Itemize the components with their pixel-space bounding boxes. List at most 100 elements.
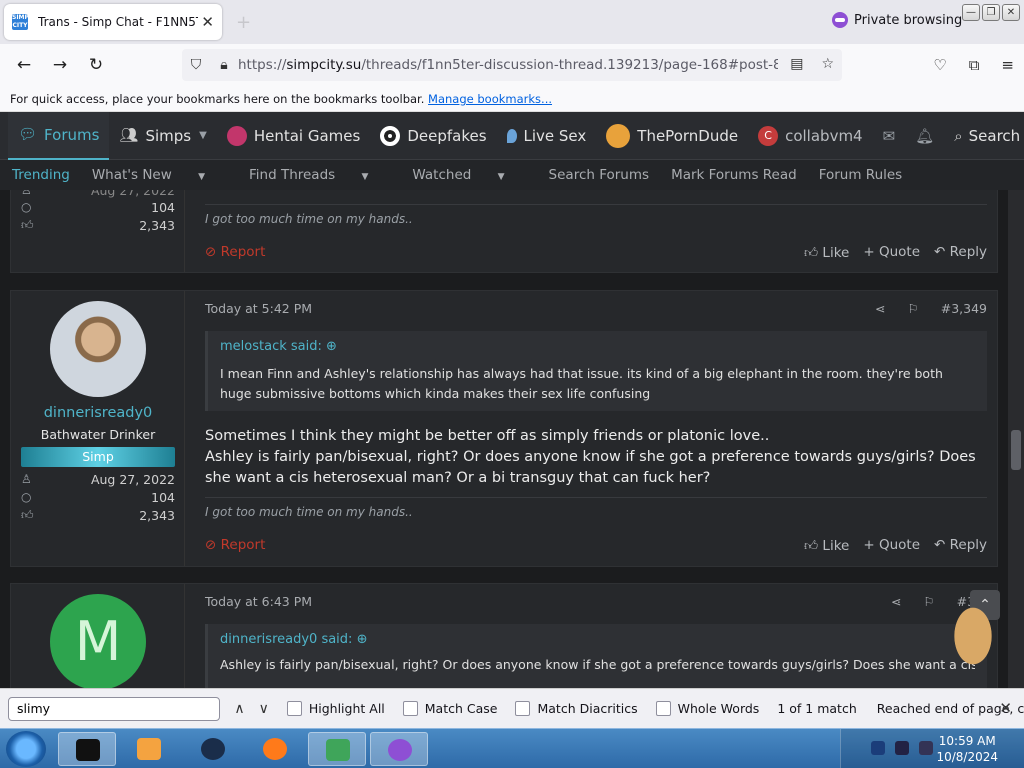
quote-block: dinnerisready0 said: ⊕ Ashley is fairly …	[205, 624, 987, 688]
private-mask-icon	[832, 12, 848, 28]
calendar-icon: ♙	[21, 190, 32, 197]
subnav-trending[interactable]: Trending	[12, 167, 70, 183]
highlight-all-checkbox[interactable]: Highlight All	[286, 701, 385, 716]
taskbar-app-globe[interactable]	[184, 732, 242, 766]
nav-live-sex[interactable]: Live Sex	[497, 112, 597, 160]
tray-shield-icon[interactable]	[871, 741, 885, 755]
match-case-checkbox[interactable]: Match Case	[402, 701, 497, 716]
post-number[interactable]: #3,349	[941, 301, 987, 316]
scrollbar-thumb[interactable]	[1011, 430, 1021, 470]
reader-view-icon[interactable]: ▤	[790, 56, 803, 72]
start-button[interactable]	[6, 731, 46, 767]
post-time[interactable]: Today at 6:43 PM	[205, 594, 312, 609]
theporndude-logo	[606, 123, 631, 148]
post-user-info: M	[11, 584, 185, 688]
like-button[interactable]: 👍︎ Like	[804, 537, 849, 554]
whole-words-checkbox[interactable]: Whole Words	[655, 701, 759, 716]
avatar[interactable]	[50, 301, 146, 397]
extensions-icon[interactable]: ⧉	[969, 56, 980, 74]
taskbar-firefox-private[interactable]	[370, 732, 428, 766]
search-button[interactable]: ⌕ Search	[944, 112, 1024, 160]
url-text[interactable]: https://simpcity.su/threads/f1nn5ter-dis…	[238, 57, 778, 73]
find-input[interactable]	[8, 696, 221, 721]
tray-network-icon[interactable]	[895, 741, 909, 755]
window-controls: — ❐ ✕	[962, 4, 1020, 21]
taskbar: 10:59 AM 10/8/2024	[0, 728, 1024, 768]
nav-hentai-games[interactable]: Hentai Games	[217, 112, 371, 160]
taskbar-firefox[interactable]	[246, 732, 304, 766]
site-nav: 💬︎ Forums 👥︎ Simps ▼ Hentai Games Deepfak…	[0, 111, 1024, 160]
clock[interactable]: 10:59 AM 10/8/2024	[936, 733, 998, 765]
bookmark-icon[interactable]: ⚐	[923, 594, 934, 609]
minimize-icon[interactable]: —	[962, 4, 980, 21]
subnav-watched[interactable]: Watched ▼	[412, 167, 526, 183]
subnav-whats-new[interactable]: What's New ▼	[92, 167, 227, 183]
nav-deepfakes[interactable]: Deepfakes	[370, 112, 496, 160]
match-diacritics-checkbox[interactable]: Match Diacritics	[515, 701, 638, 716]
quote-author[interactable]: dinnerisready0 said: ⊕	[220, 632, 975, 647]
nav-forums[interactable]: 💬︎ Forums	[8, 111, 110, 160]
thumbs-up-icon: 👍︎	[21, 218, 34, 232]
quote-button[interactable]: + Quote	[863, 537, 920, 554]
menu-icon[interactable]: ≡	[1001, 56, 1014, 74]
quote-author[interactable]: melostack said: ⊕	[220, 339, 975, 354]
url-bar[interactable]: ⛉ 🔒︎ https://simpcity.su/threads/f1nn5te…	[182, 49, 842, 81]
search-icon: ⌕	[954, 126, 963, 145]
report-button[interactable]: ⊘ Report	[205, 537, 265, 554]
page-scrollbar[interactable]	[1008, 190, 1024, 688]
site-favicon: SIMP CITY	[12, 14, 29, 30]
inbox-icon[interactable]: ✉	[873, 112, 906, 160]
tray-volume-icon[interactable]	[919, 741, 933, 755]
avatar[interactable]: M	[50, 594, 146, 688]
reply-button[interactable]: ↶ Reply	[934, 244, 987, 261]
bookmark-star-icon[interactable]: ☆	[821, 56, 834, 72]
find-match-count: 1 of 1 match	[777, 701, 857, 716]
shield-icon[interactable]: ⛉	[182, 57, 210, 73]
taskbar-app[interactable]	[308, 732, 366, 766]
sub-nav: Trending What's New ▼ Find Threads ▼ Wat…	[0, 160, 1024, 190]
user-title: Bathwater Drinker	[40, 427, 156, 442]
share-icon[interactable]: ⋖	[875, 301, 885, 316]
like-button[interactable]: 👍︎ Like	[804, 244, 849, 261]
pocket-icon[interactable]: ♡	[933, 56, 946, 74]
post-body: Sometimes I think they might be better o…	[205, 428, 976, 486]
bookmark-icon[interactable]: ⚐	[908, 301, 919, 316]
chevron-down-icon[interactable]: ▼	[199, 130, 207, 141]
stat-joined: ♙ Aug 27, 2022	[21, 190, 175, 198]
report-button[interactable]: ⊘ Report	[205, 244, 265, 261]
quote-button[interactable]: + Quote	[863, 244, 920, 261]
forward-icon[interactable]: →	[42, 55, 78, 75]
find-previous-icon[interactable]: ∧	[234, 701, 244, 717]
find-next-icon[interactable]: ∨	[259, 701, 269, 717]
reply-button[interactable]: ↶ Reply	[934, 537, 987, 554]
subnav-forum-rules[interactable]: Forum Rules	[819, 167, 903, 183]
live-sex-logo	[506, 128, 517, 143]
back-icon[interactable]: ←	[6, 55, 42, 75]
subnav-mark-read[interactable]: Mark Forums Read	[671, 167, 797, 183]
post-user-info: dinnerisready0 Bathwater Drinker Simp ♙ A…	[11, 291, 185, 566]
taskbar-media-player[interactable]	[120, 732, 178, 766]
bell-icon[interactable]: 🔔︎	[905, 112, 944, 160]
post-header: Today at 6:43 PM ⋖ ⚐ #3,3	[205, 594, 987, 609]
nav-theporndude[interactable]: ThePornDude	[596, 112, 748, 160]
subnav-search-forums[interactable]: Search Forums	[549, 167, 650, 183]
close-tab-icon[interactable]: ✕	[201, 13, 214, 31]
user-account[interactable]: C collabvm4	[748, 112, 873, 160]
reload-icon[interactable]: ↻	[78, 55, 114, 75]
close-find-icon[interactable]: ✕	[999, 699, 1012, 717]
lock-icon[interactable]: 🔒︎	[210, 57, 238, 73]
post-username[interactable]: dinnerisready0	[11, 405, 185, 421]
browser-tab[interactable]: SIMP CITY Trans - Simp Chat - F1NN5TER ✕	[4, 4, 222, 40]
subnav-find-threads[interactable]: Find Threads ▼	[249, 167, 390, 183]
new-tab-icon[interactable]: +	[236, 12, 251, 33]
nav-simps[interactable]: 👥︎ Simps ▼	[109, 112, 216, 160]
quote-text: Ashley is fairly pan/bisexual, right? Or…	[220, 657, 975, 672]
private-label: Private browsing	[854, 12, 963, 28]
maximize-icon[interactable]: ❐	[982, 4, 1000, 21]
share-icon[interactable]: ⋖	[891, 594, 901, 609]
post-time[interactable]: Today at 5:42 PM	[205, 301, 312, 316]
post-main: Today at 6:43 PM ⋖ ⚐ #3,3 dinnerisready0…	[195, 584, 997, 688]
manage-bookmarks-link[interactable]: Manage bookmarks...	[428, 92, 552, 106]
close-window-icon[interactable]: ✕	[1002, 4, 1020, 21]
taskbar-cmd[interactable]	[58, 732, 116, 766]
